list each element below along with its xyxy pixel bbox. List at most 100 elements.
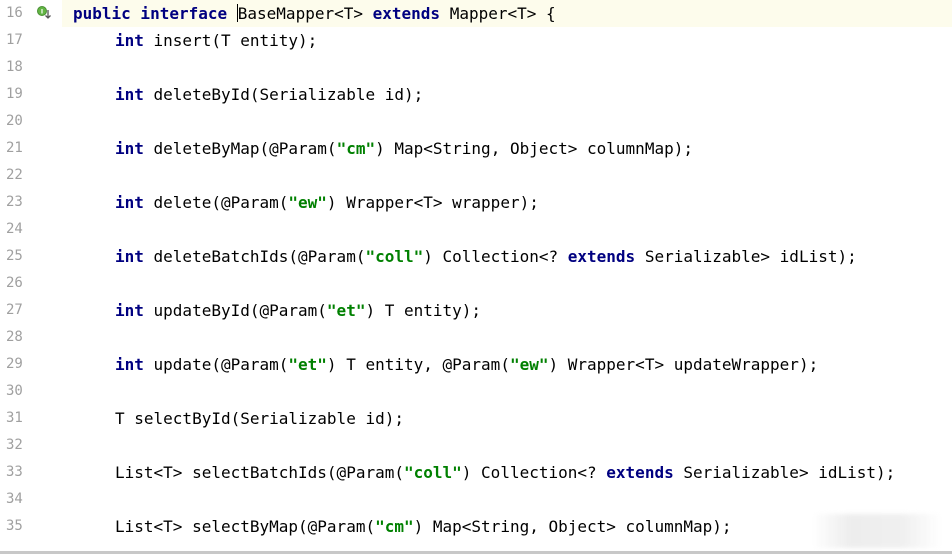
string-token: "ew" [509,355,549,374]
code-line[interactable]: int deleteByMap(@Param("cm") Map<String,… [62,135,952,162]
line-number: 25 [0,243,62,270]
code-token: ) T entity); [365,301,482,320]
line-number: 31 [0,405,62,432]
line-number: 26 [0,270,62,297]
keyword-token: int [115,193,154,212]
code-token: ) Wrapper<T> wrapper); [326,193,539,212]
line-number: 27 [0,297,62,324]
line-number: 20 [0,108,62,135]
code-area[interactable]: public interface BaseMapper<T> extends M… [62,0,952,551]
code-line-text: int deleteBatchIds(@Param("coll") Collec… [115,243,857,270]
keyword-token: extends [567,247,645,266]
code-token: ) Collection<? [423,247,568,266]
code-line[interactable] [62,486,952,513]
code-line[interactable] [62,216,952,243]
line-number-label: 33 [6,464,23,480]
code-line[interactable] [62,378,952,405]
string-token: "cm" [375,517,414,536]
line-number: 19 [0,81,62,108]
line-number: 35 [0,513,62,540]
line-number: 16 I [0,0,62,27]
code-token: ) Collection<? [461,463,607,482]
code-line[interactable] [62,270,952,297]
line-number-label: 32 [6,437,23,453]
keyword-token: int [115,301,154,320]
code-line[interactable]: int deleteBatchIds(@Param("coll") Collec… [62,243,952,270]
implemented-interface-icon[interactable]: I [36,5,52,21]
code-line-text: int update(@Param("et") T entity, @Param… [115,351,818,378]
line-number-label: 20 [6,113,23,129]
code-line[interactable]: T selectById(Serializable id); [62,405,952,432]
code-token: ) Map<String, Object> columnMap); [375,139,693,158]
keyword-token: extends [606,463,684,482]
code-line[interactable]: int insert(T entity); [62,27,952,54]
string-token: "cm" [336,139,376,158]
line-number-label: 30 [6,383,23,399]
line-number: 29 [0,351,62,378]
line-number: 32 [0,432,62,459]
line-number-label: 19 [6,86,23,102]
line-number-label: 34 [6,491,23,507]
code-token: updateById(@Param( [153,301,327,320]
string-token: "et" [288,355,327,374]
code-line-text: int deleteByMap(@Param("cm") Map<String,… [115,135,693,162]
code-line-text: int insert(T entity); [115,27,317,54]
code-line[interactable] [62,162,952,189]
keyword-token: int [115,85,154,104]
code-line[interactable]: public interface BaseMapper<T> extends M… [62,0,952,27]
code-token: Serializable> idList); [683,463,896,482]
code-token: T selectById(Serializable id); [115,409,404,428]
line-number: 17 [0,27,62,54]
string-token: "et" [326,301,366,320]
line-number: 18 [0,54,62,81]
code-token: deleteBatchIds(@Param( [153,247,366,266]
code-line-text: int delete(@Param("ew") Wrapper<T> wrapp… [115,189,539,216]
line-number-label: 26 [6,275,23,291]
code-line-text: List<T> selectBatchIds(@Param("coll") Co… [115,459,895,486]
keyword-token: int [115,247,154,266]
line-number: 21 [0,135,62,162]
code-line[interactable] [62,324,952,351]
code-token: deleteById(Serializable id); [153,85,424,104]
code-token: insert(T entity); [153,31,318,50]
code-token: Mapper<T> { [449,4,556,23]
code-line[interactable] [62,432,952,459]
code-editor[interactable]: 16 I 17 18 19 20 21 22 23 24 25 26 27 28 29 30 31 32 33 34 3… [0,0,952,554]
code-line[interactable] [62,108,952,135]
line-number-label: 22 [6,167,23,183]
line-number-label: 31 [6,410,23,426]
code-line[interactable]: int update(@Param("et") T entity, @Param… [62,351,952,378]
code-token: update(@Param( [153,355,289,374]
string-token: "coll" [403,463,462,482]
string-token: "ew" [288,193,327,212]
code-line[interactable]: int deleteById(Serializable id); [62,81,952,108]
keyword-token: int [115,139,154,158]
code-line[interactable] [62,54,952,81]
code-token: ) Map<String, Object> columnMap); [413,517,732,536]
code-line-text: public interface BaseMapper<T> extends M… [73,0,556,27]
line-number-label: 27 [6,302,23,318]
code-line[interactable]: List<T> selectBatchIds(@Param("coll") Co… [62,459,952,486]
string-token: "coll" [365,247,424,266]
code-line-text: T selectById(Serializable id); [115,405,404,432]
code-token: ) T entity, @Param( [326,355,510,374]
code-token: List<T> selectByMap(@Param( [115,517,376,536]
code-token: ) Wrapper<T> updateWrapper); [548,355,819,374]
code-line[interactable]: int delete(@Param("ew") Wrapper<T> wrapp… [62,189,952,216]
line-number: 24 [0,216,62,243]
line-number-label: 35 [6,518,23,534]
line-number-label: 18 [6,59,23,75]
code-token: Serializable> idList); [644,247,857,266]
blurred-watermark [812,514,942,548]
line-number: 28 [0,324,62,351]
line-number-label: 24 [6,221,23,237]
code-line-text: int deleteById(Serializable id); [115,81,423,108]
line-number: 30 [0,378,62,405]
code-line-text: List<T> selectByMap(@Param("cm") Map<Str… [115,513,732,540]
code-line-text: int updateById(@Param("et") T entity); [115,297,481,324]
line-number: 22 [0,162,62,189]
svg-text:I: I [41,9,43,16]
code-token: List<T> selectBatchIds(@Param( [115,463,404,482]
line-number-label: 25 [6,248,23,264]
code-line[interactable]: int updateById(@Param("et") T entity); [62,297,952,324]
